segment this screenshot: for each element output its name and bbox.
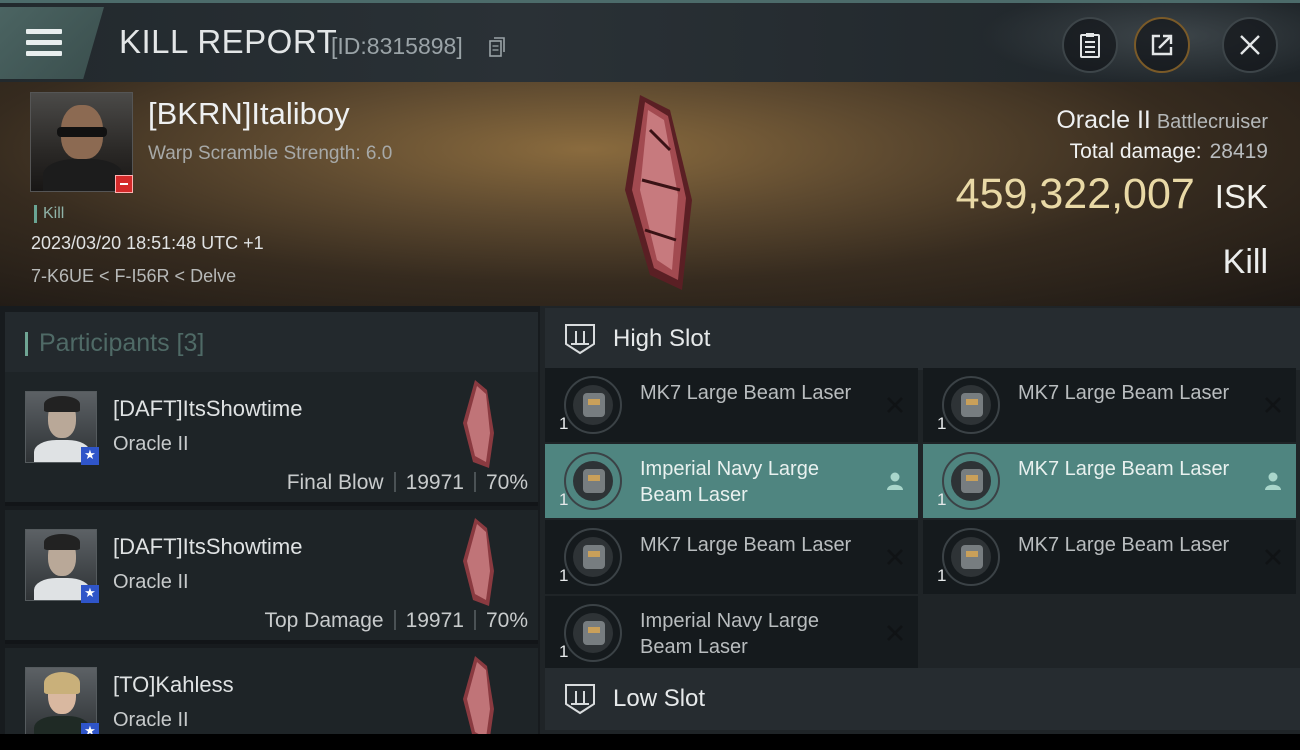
module-name: Imperial Navy Large Beam Laser [640,458,819,506]
participants-header[interactable]: Participants [3] [5,312,538,372]
participant-ship: Oracle II [113,433,189,455]
participant-role: Final Blow [286,471,384,494]
destroyed-icon [887,397,903,413]
dropped-person-icon [1265,472,1281,490]
participant-name: [DAFT]ItsShowtime [113,534,303,559]
module-item[interactable]: 1 Imperial Navy Large Beam Laser [545,444,918,518]
participant-ship: Oracle II [113,709,189,731]
participant-ship: Oracle II [113,571,189,593]
share-button[interactable] [1134,17,1190,73]
ship-class: Battlecruiser [1156,111,1268,133]
star-icon: ★ [81,585,99,603]
module-qty: 1 [559,490,569,509]
victim-ship-image[interactable] [600,90,710,295]
module-name: Imperial Navy Large Beam Laser [640,610,819,658]
high-slot-header[interactable]: High Slot [545,308,1300,370]
warp-scramble-strength: Warp Scramble Strength: 6.0 [148,143,393,164]
participants-panel: Participants [3] ★ [DAFT]ItsShowtime Ora… [0,306,540,744]
module-qty: 1 [937,414,947,433]
module-name: MK7 Large Beam Laser [640,382,852,404]
report-id: [ID:8315898] [331,33,463,59]
module-name: MK7 Large Beam Laser [1018,534,1230,556]
share-icon [1151,34,1173,56]
participant-row[interactable]: ★ [TO]Kahless Oracle II [5,648,538,744]
total-damage-label: Total damage: [1069,140,1202,163]
participant-percent: 70% [485,609,528,632]
participant-ship-image [463,518,494,606]
copy-icon[interactable] [489,37,505,57]
high-slot-label: High Slot [613,325,711,352]
module-name: MK7 Large Beam Laser [1018,458,1230,480]
destroyed-icon [1265,397,1281,413]
victim-name[interactable]: [BKRN]Italiboy [148,96,350,132]
participant-damage: 19971 [405,609,464,632]
module-qty: 1 [937,490,947,509]
module-name: MK7 Large Beam Laser [640,534,852,556]
beam-laser-icon [942,528,1000,586]
module-item[interactable]: 1 MK7 Large Beam Laser [545,368,918,442]
top-bar: KILL REPORT [ID:8315898] [0,0,1300,85]
participant-percent: 70% [485,471,528,494]
beam-laser-icon [564,452,622,510]
clipboard-icon [1080,33,1100,58]
kill-tag: Kill [34,205,64,223]
module-item[interactable]: 1 MK7 Large Beam Laser [923,444,1296,518]
high-slot-icon [565,324,595,355]
bottom-strip [0,734,1300,750]
fitting-panel: High Slot 1 MK7 Large Beam Laser 1 MK7 L… [540,306,1300,734]
isk-unit: ISK [1214,178,1268,215]
participant-ship-image [463,656,494,744]
clipboard-button[interactable] [1062,17,1118,73]
beam-laser-icon [564,528,622,586]
beam-laser-icon [564,604,622,662]
participant-damage: 19971 [405,471,464,494]
participant-name: [DAFT]ItsShowtime [113,396,303,421]
participant-stats: Final Blow 19971 70% [287,471,528,495]
victim-ship[interactable]: Oracle II Battlecruiser [1056,106,1268,135]
page-title: KILL REPORT [119,23,338,60]
module-qty: 1 [559,642,569,661]
star-icon: ★ [81,447,99,465]
low-slot-label: Low Slot [613,685,706,712]
module-item[interactable]: 1 MK7 Large Beam Laser [545,520,918,594]
participant-row[interactable]: ★ [DAFT]ItsShowtime Oracle II Top Damage… [5,510,538,644]
module-item[interactable]: 1 MK7 Large Beam Laser [923,368,1296,442]
module-item[interactable]: 1 MK7 Large Beam Laser [923,520,1296,594]
close-icon [1240,35,1260,55]
beam-laser-icon [942,452,1000,510]
kill-result: Kill [1222,243,1268,281]
participant-row[interactable]: ★ [DAFT]ItsShowtime Oracle II Final Blow… [5,372,538,506]
participant-name: [TO]Kahless [113,672,234,697]
menu-button[interactable] [0,7,104,79]
beam-laser-icon [942,376,1000,434]
low-slot-icon [565,684,595,715]
destroyed-icon [887,549,903,565]
participants-title: Participants [3] [39,329,205,357]
standing-minus-icon [115,175,133,193]
module-qty: 1 [559,414,569,433]
module-item[interactable]: 1 Imperial Navy Large Beam Laser [545,596,918,670]
module-qty: 1 [559,566,569,585]
module-qty: 1 [937,566,947,585]
total-damage-value: 28419 [1209,140,1268,163]
destroyed-icon [1265,549,1281,565]
close-button[interactable] [1222,17,1278,73]
participant-ship-image [463,380,494,468]
module-name: MK7 Large Beam Laser [1018,382,1230,404]
isk-amount: 459,322,007 [955,170,1195,218]
participant-stats: Top Damage 19971 70% [264,609,528,633]
participant-role: Top Damage [264,609,384,632]
beam-laser-icon [564,376,622,434]
dropped-person-icon [887,472,903,490]
destroyed-icon [887,625,903,641]
kill-datetime: 2023/03/20 18:51:48 UTC +1 [31,233,264,253]
low-slot-header[interactable]: Low Slot [545,668,1300,730]
isk-value: 459,322,007 ISK [956,170,1268,219]
kill-location[interactable]: 7-K6UE < F-I56R < Delve [31,266,236,287]
ship-name-text: Oracle II [1056,106,1151,134]
total-damage: Total damage: 28419 [1070,140,1268,164]
menu-icon [26,29,62,34]
